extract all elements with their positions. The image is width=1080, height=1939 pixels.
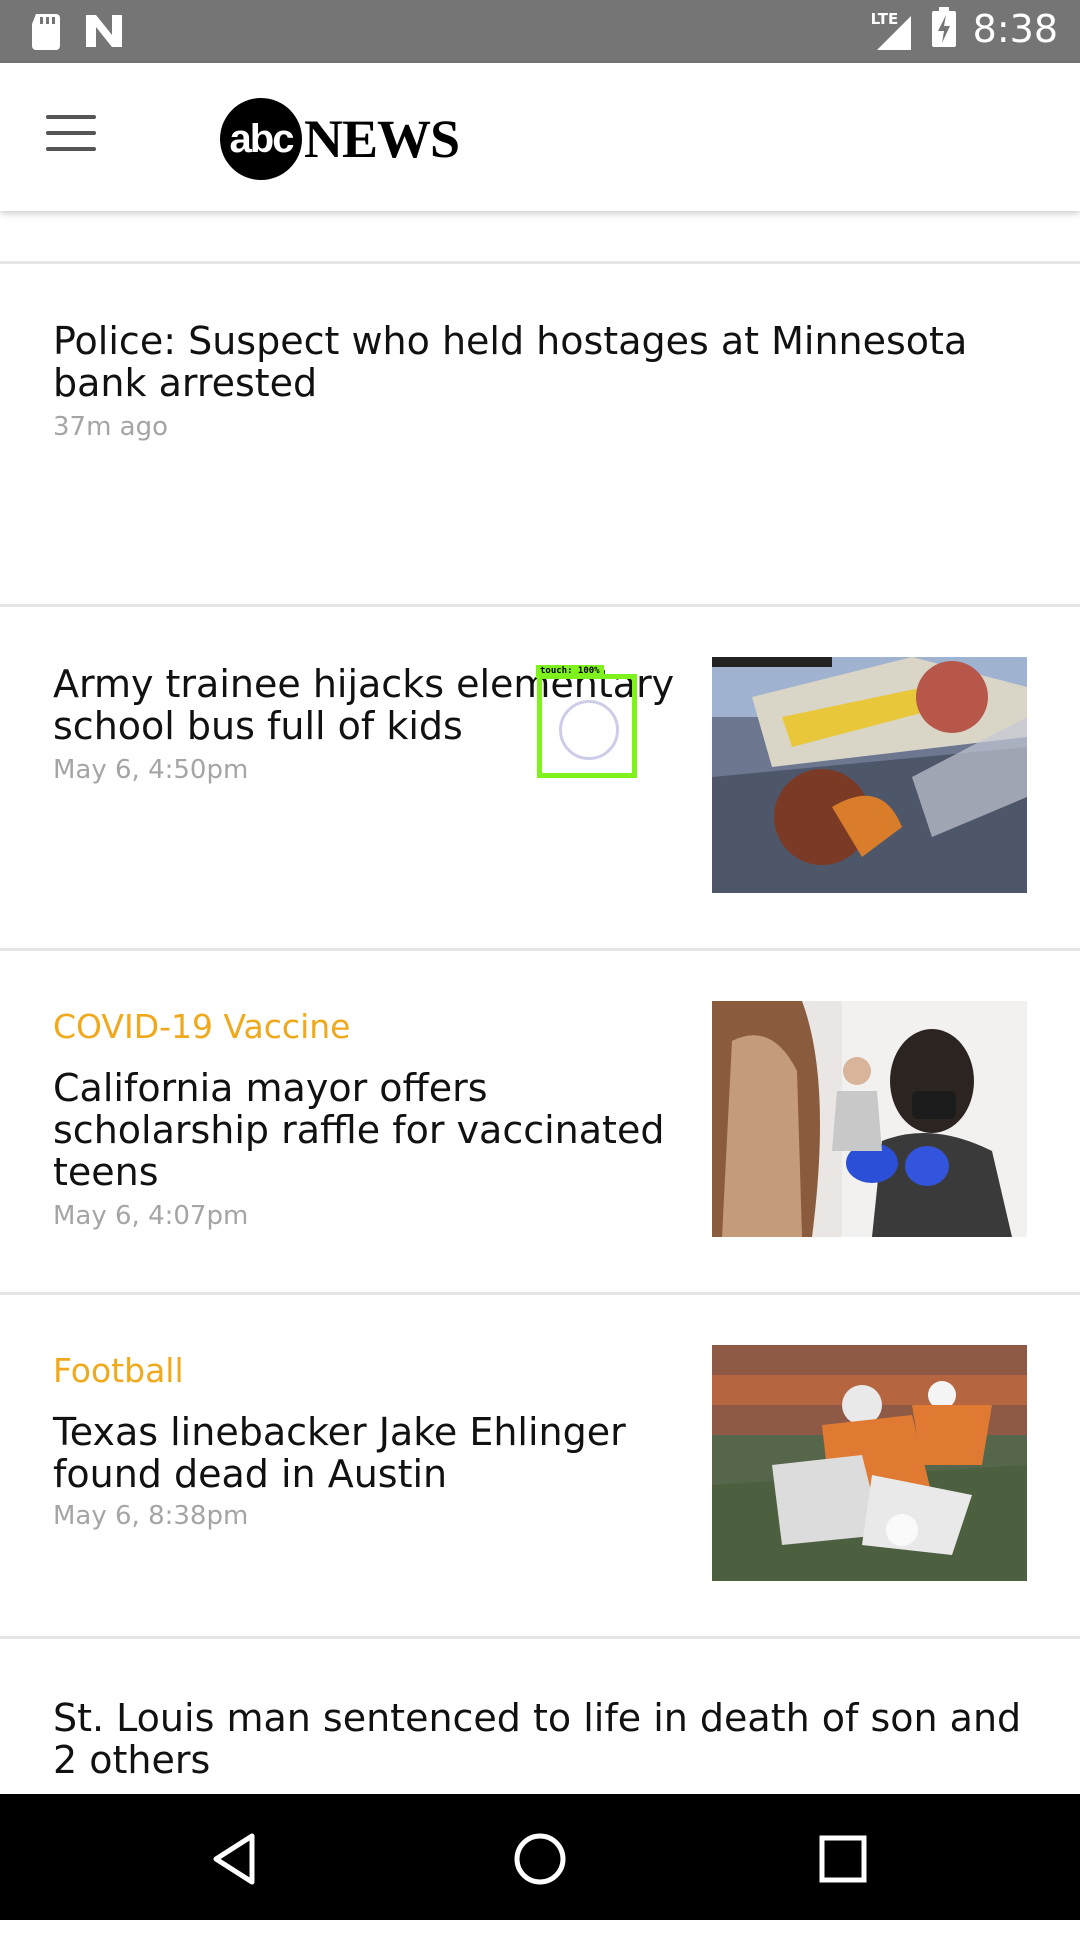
article-headline[interactable]: California mayor offers scholarship raff… bbox=[53, 1067, 664, 1193]
article-thumbnail[interactable] bbox=[712, 657, 1027, 893]
hamburger-menu-icon[interactable] bbox=[46, 115, 98, 155]
article-headline[interactable]: Police: Suspect who held hostages at Min… bbox=[53, 320, 967, 404]
navigation-bar bbox=[0, 1794, 1080, 1920]
article-time: 37m ago bbox=[53, 412, 169, 442]
article-headline[interactable]: St. Louis man sentenced to life in death… bbox=[53, 1697, 1021, 1781]
home-icon[interactable] bbox=[505, 1824, 575, 1894]
article-item[interactable]: Police: Suspect who held hostages at Min… bbox=[0, 264, 1080, 604]
article-thumbnail[interactable] bbox=[712, 1345, 1027, 1581]
news-feed[interactable]: Police: Suspect who held hostages at Min… bbox=[0, 211, 1080, 1939]
article-kicker[interactable]: COVID-19 Vaccine bbox=[53, 1007, 350, 1046]
battery-charging-icon bbox=[931, 6, 957, 52]
article-time: May 6, 4:50pm bbox=[53, 755, 249, 785]
logo-news-text: NEWS bbox=[304, 109, 460, 169]
logo-abc-circle: abc bbox=[220, 98, 302, 180]
n-notification-icon bbox=[84, 13, 124, 54]
article-item[interactable]: COVID-19 Vaccine California mayor offers… bbox=[0, 951, 1080, 1292]
touch-point-icon bbox=[559, 700, 619, 760]
touch-indicator-label: touch: 100% bbox=[536, 665, 604, 678]
recents-icon[interactable] bbox=[808, 1824, 878, 1894]
signal-icon: LTE bbox=[871, 6, 915, 52]
article-headline[interactable]: Texas linebacker Jake Ehlinger found dea… bbox=[53, 1411, 626, 1495]
app-bar: abc NEWS bbox=[0, 63, 1080, 211]
article-item[interactable]: Football Texas linebacker Jake Ehlinger … bbox=[0, 1295, 1080, 1636]
article-time: May 6, 8:38pm bbox=[53, 1501, 249, 1531]
article-kicker[interactable]: Football bbox=[53, 1351, 184, 1390]
status-time: 8:38 bbox=[972, 7, 1058, 51]
sd-card-icon bbox=[30, 12, 62, 55]
back-icon[interactable] bbox=[200, 1824, 270, 1894]
abc-news-logo: abc NEWS bbox=[220, 97, 460, 181]
article-time: May 6, 4:07pm bbox=[53, 1201, 249, 1231]
article-thumbnail[interactable] bbox=[712, 1001, 1027, 1237]
status-bar: LTE 8:38 bbox=[0, 0, 1080, 63]
